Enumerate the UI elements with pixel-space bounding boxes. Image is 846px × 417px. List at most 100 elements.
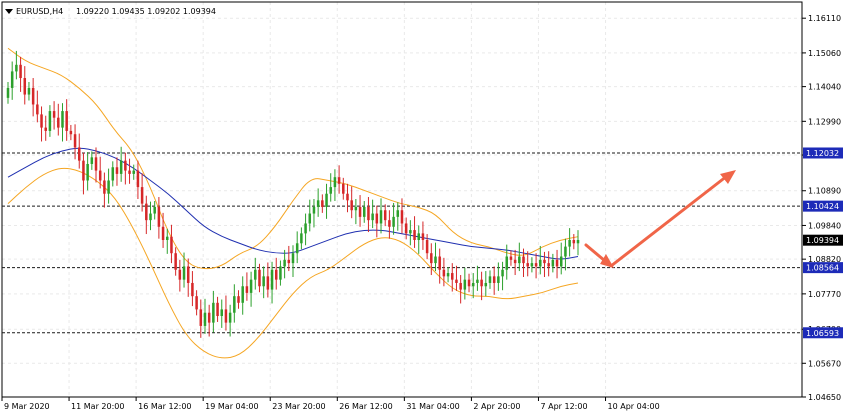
candle-body[interactable] bbox=[371, 213, 374, 221]
candle-body[interactable] bbox=[40, 114, 43, 128]
candle-body[interactable] bbox=[254, 269, 257, 280]
candle-body[interactable] bbox=[86, 163, 89, 181]
candle-body[interactable] bbox=[245, 286, 249, 293]
candle-body[interactable] bbox=[383, 210, 387, 221]
candle-body[interactable] bbox=[203, 312, 207, 326]
candle-body[interactable] bbox=[258, 269, 261, 287]
candle-body[interactable] bbox=[488, 276, 492, 283]
candle-body[interactable] bbox=[128, 170, 131, 174]
candle-body[interactable] bbox=[492, 276, 496, 283]
candle-body[interactable] bbox=[283, 259, 286, 267]
candle-body[interactable] bbox=[27, 87, 31, 95]
candle-body[interactable] bbox=[300, 233, 303, 244]
candle-body[interactable] bbox=[518, 256, 521, 264]
candle-body[interactable] bbox=[191, 282, 194, 297]
candle-body[interactable] bbox=[6, 87, 10, 98]
candle-body[interactable] bbox=[270, 269, 274, 290]
candle-body[interactable] bbox=[375, 213, 379, 224]
candle-body[interactable] bbox=[534, 263, 538, 267]
candle-body[interactable] bbox=[354, 206, 358, 211]
candle-body[interactable] bbox=[480, 279, 483, 287]
candle-body[interactable] bbox=[539, 259, 542, 267]
candle-body[interactable] bbox=[404, 223, 408, 234]
candle-body[interactable] bbox=[409, 230, 412, 234]
candle-body[interactable] bbox=[350, 200, 353, 211]
candle-body[interactable] bbox=[19, 64, 22, 79]
candle-body[interactable] bbox=[291, 253, 295, 264]
price-chart[interactable]: 1.161101.150601.140401.129901.119701.108… bbox=[0, 0, 846, 417]
candle-body[interactable] bbox=[471, 282, 475, 287]
candle-body[interactable] bbox=[316, 200, 320, 207]
candle-body[interactable] bbox=[413, 230, 416, 240]
candle-body[interactable] bbox=[220, 309, 224, 317]
candle-body[interactable] bbox=[23, 78, 27, 95]
candle-body[interactable] bbox=[69, 130, 73, 135]
candle-body[interactable] bbox=[484, 282, 488, 287]
candle-body[interactable] bbox=[459, 282, 462, 290]
candle-body[interactable] bbox=[124, 160, 127, 171]
candle-body[interactable] bbox=[526, 263, 529, 267]
candle-body[interactable] bbox=[228, 312, 232, 323]
candle-body[interactable] bbox=[249, 279, 253, 293]
candle-body[interactable] bbox=[207, 312, 211, 323]
candle-body[interactable] bbox=[195, 296, 198, 310]
candle-body[interactable] bbox=[174, 253, 177, 270]
candle-body[interactable] bbox=[170, 236, 173, 254]
candle-body[interactable] bbox=[346, 193, 349, 201]
candle-body[interactable] bbox=[555, 259, 559, 267]
candle-body[interactable] bbox=[421, 233, 425, 240]
candle-body[interactable] bbox=[392, 216, 395, 227]
candle-body[interactable] bbox=[107, 180, 110, 194]
candle-body[interactable] bbox=[438, 256, 441, 270]
candle-body[interactable] bbox=[266, 276, 270, 290]
candle-body[interactable] bbox=[77, 147, 81, 161]
candle-body[interactable] bbox=[48, 111, 52, 131]
candle-body[interactable] bbox=[430, 253, 433, 264]
candle-body[interactable] bbox=[199, 309, 203, 326]
candle-body[interactable] bbox=[501, 269, 504, 277]
candle-body[interactable] bbox=[551, 259, 555, 267]
candle-body[interactable] bbox=[312, 206, 316, 214]
candle-body[interactable] bbox=[119, 160, 123, 174]
candle-body[interactable] bbox=[295, 243, 299, 254]
candle-body[interactable] bbox=[455, 279, 458, 283]
candle-body[interactable] bbox=[505, 256, 509, 270]
candle-body[interactable] bbox=[145, 203, 148, 221]
candle-body[interactable] bbox=[241, 286, 244, 303]
candle-body[interactable] bbox=[325, 193, 328, 207]
candle-body[interactable] bbox=[379, 210, 383, 224]
candle-body[interactable] bbox=[36, 104, 39, 115]
candle-body[interactable] bbox=[576, 239, 580, 244]
candle-body[interactable] bbox=[497, 276, 500, 283]
candle-body[interactable] bbox=[388, 220, 391, 227]
candle-body[interactable] bbox=[15, 64, 18, 72]
candle-body[interactable] bbox=[396, 210, 400, 217]
candle-body[interactable] bbox=[262, 276, 265, 287]
candle-body[interactable] bbox=[329, 187, 332, 194]
candle-body[interactable] bbox=[98, 170, 102, 181]
candle-body[interactable] bbox=[572, 239, 576, 244]
candle-body[interactable] bbox=[94, 157, 98, 171]
candle-body[interactable] bbox=[279, 266, 282, 280]
candle-body[interactable] bbox=[333, 177, 337, 188]
candle-body[interactable] bbox=[186, 266, 190, 283]
candle-body[interactable] bbox=[362, 206, 366, 217]
candle-body[interactable] bbox=[417, 233, 420, 240]
candle-body[interactable] bbox=[451, 273, 454, 280]
candle-body[interactable] bbox=[233, 296, 236, 313]
candle-body[interactable] bbox=[400, 210, 404, 224]
candle-body[interactable] bbox=[476, 279, 479, 283]
candle-body[interactable] bbox=[103, 180, 106, 194]
candle-body[interactable] bbox=[442, 269, 446, 277]
candle-body[interactable] bbox=[136, 170, 140, 188]
candle-body[interactable] bbox=[61, 111, 64, 128]
candle-body[interactable] bbox=[513, 259, 517, 264]
candle-body[interactable] bbox=[224, 309, 228, 323]
candle-body[interactable] bbox=[115, 167, 119, 174]
candle-body[interactable] bbox=[342, 183, 345, 194]
candle-body[interactable] bbox=[337, 177, 341, 184]
candle-body[interactable] bbox=[274, 269, 278, 280]
candle-body[interactable] bbox=[287, 259, 291, 264]
candle-body[interactable] bbox=[367, 206, 370, 221]
candle-body[interactable] bbox=[166, 236, 169, 240]
